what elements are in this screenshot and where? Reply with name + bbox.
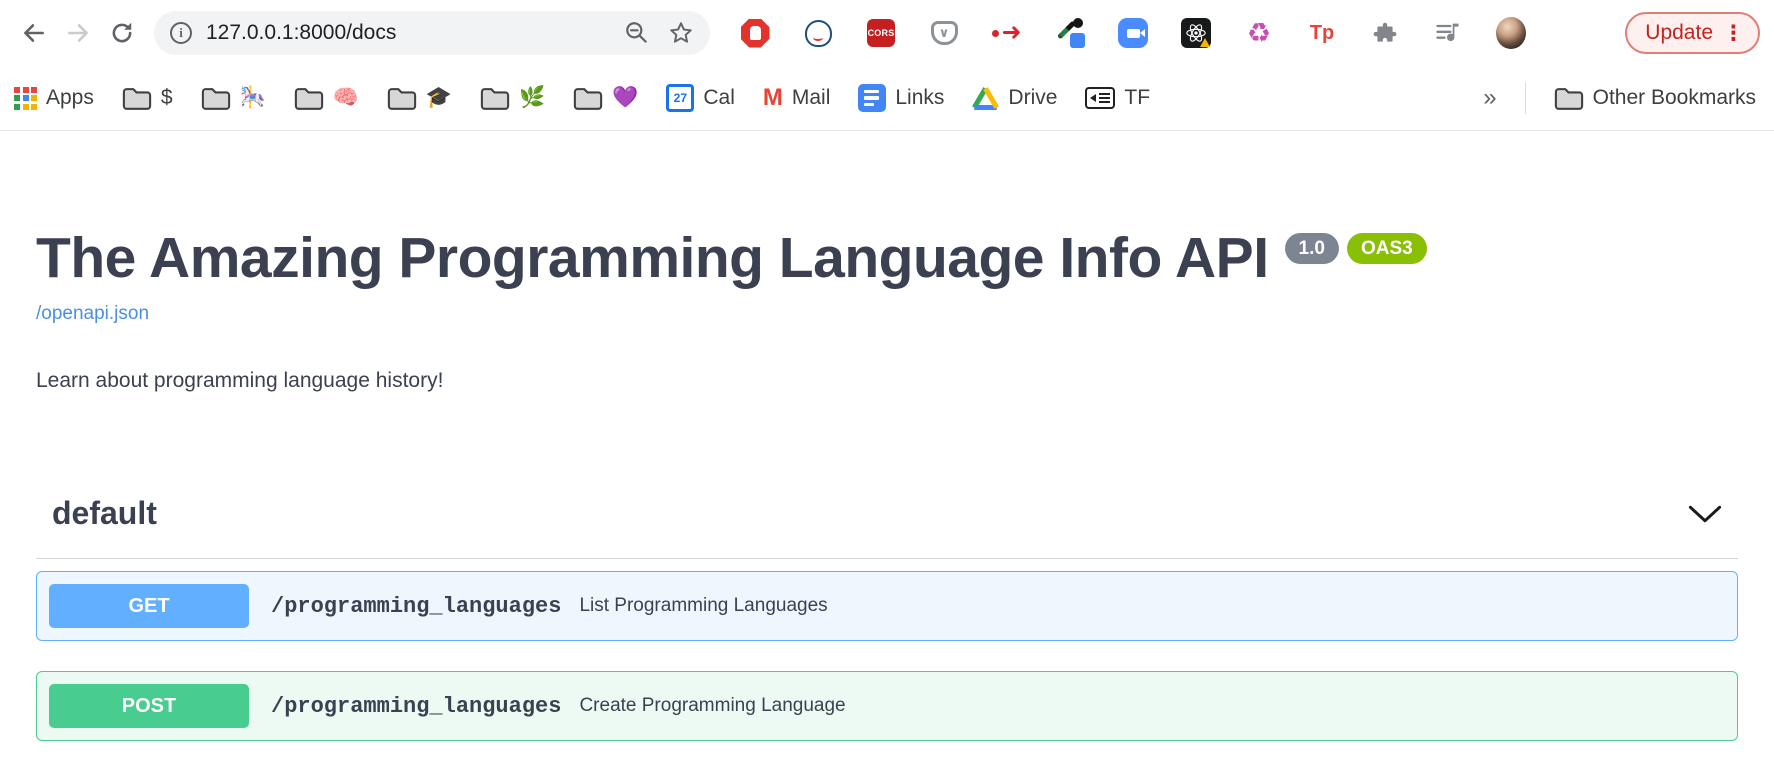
bookmarks-separator bbox=[1525, 82, 1526, 114]
update-label: Update bbox=[1645, 21, 1713, 45]
bookmark-folder-brain[interactable]: 🧠 bbox=[294, 86, 359, 111]
bookmark-tf[interactable]: TF bbox=[1085, 86, 1150, 110]
openapi-json-link[interactable]: /openapi.json bbox=[36, 303, 149, 325]
page-title: The Amazing Programming Language Info AP… bbox=[36, 225, 1269, 291]
api-header: The Amazing Programming Language Info AP… bbox=[36, 225, 1738, 291]
bookmark-folder-carousel[interactable]: 🎠 bbox=[201, 86, 266, 111]
gmail-icon: M bbox=[763, 86, 783, 110]
eyedropper-extension-icon[interactable] bbox=[1055, 18, 1085, 48]
chevron-down-icon[interactable] bbox=[1688, 505, 1722, 523]
bookmark-drive[interactable]: Drive bbox=[972, 86, 1057, 110]
operation-path: /programming_languages bbox=[271, 594, 561, 619]
site-info-icon[interactable]: i bbox=[170, 22, 192, 44]
bookmark-links[interactable]: Links bbox=[858, 84, 944, 112]
bookmark-gmail[interactable]: M Mail bbox=[763, 86, 831, 110]
url-text[interactable]: 127.0.0.1:8000/docs bbox=[206, 21, 396, 45]
bookmark-apps[interactable]: Apps bbox=[14, 86, 94, 110]
forward-arrow-icon bbox=[65, 20, 91, 46]
bookmark-folder-herb[interactable]: 🌿 bbox=[480, 86, 545, 111]
music-queue-icon[interactable] bbox=[1433, 18, 1463, 48]
folder-icon bbox=[387, 86, 417, 111]
adblocker-extension-icon[interactable] bbox=[740, 18, 770, 48]
calendar-icon: 27 bbox=[666, 84, 694, 112]
tag-section-default: default GET /programming_languages List … bbox=[36, 495, 1738, 741]
bookmark-star-icon[interactable] bbox=[668, 20, 694, 46]
post-method-badge: POST bbox=[49, 684, 249, 728]
bookmark-folder-dollar[interactable]: $ bbox=[122, 86, 173, 111]
zoom-app-extension-icon[interactable] bbox=[1118, 18, 1148, 48]
react-devtools-extension-icon[interactable] bbox=[1181, 18, 1211, 48]
api-badges: 1.0 OAS3 bbox=[1285, 233, 1427, 264]
tag-header[interactable]: default bbox=[36, 495, 1738, 559]
other-bookmarks[interactable]: Other Bookmarks bbox=[1554, 86, 1756, 111]
browser-toolbar: i 127.0.0.1:8000/docs CORS ∨ ➜ bbox=[0, 0, 1774, 66]
folder-icon bbox=[480, 86, 510, 111]
newsletter-icon bbox=[1085, 87, 1115, 109]
red-arrow-extension-icon[interactable]: ➜ bbox=[992, 18, 1022, 48]
cors-extension-icon[interactable]: CORS bbox=[866, 18, 896, 48]
bookmark-calendar[interactable]: 27 Cal bbox=[666, 84, 735, 112]
bookmark-folder-graduation[interactable]: 🎓 bbox=[387, 86, 452, 111]
oas3-badge: OAS3 bbox=[1347, 233, 1427, 264]
chrome-update-button[interactable]: Update ⋮ bbox=[1625, 12, 1760, 54]
back-button[interactable] bbox=[12, 11, 56, 55]
chat-extension-icon[interactable] bbox=[803, 18, 833, 48]
extensions-row: CORS ∨ ➜ ♻ Tp bbox=[740, 18, 1526, 48]
drive-icon bbox=[972, 86, 999, 110]
folder-icon bbox=[1554, 86, 1584, 111]
reload-icon bbox=[109, 20, 135, 46]
address-bar[interactable]: i 127.0.0.1:8000/docs bbox=[154, 11, 710, 55]
folder-icon bbox=[122, 86, 152, 111]
reload-button[interactable] bbox=[100, 11, 144, 55]
operation-path: /programming_languages bbox=[271, 694, 561, 719]
pocket-extension-icon[interactable]: ∨ bbox=[929, 18, 959, 48]
operation-summary: Create Programming Language bbox=[579, 695, 845, 717]
browser-menu-icon[interactable]: ⋮ bbox=[1723, 21, 1744, 46]
swagger-page: The Amazing Programming Language Info AP… bbox=[0, 225, 1774, 741]
operation-row-post[interactable]: POST /programming_languages Create Progr… bbox=[36, 671, 1738, 741]
bookmarks-overflow-chevron[interactable]: » bbox=[1483, 84, 1496, 112]
profile-avatar[interactable] bbox=[1496, 18, 1526, 48]
api-description: Learn about programming language history… bbox=[36, 369, 1738, 393]
version-badge: 1.0 bbox=[1285, 233, 1339, 264]
operation-row-get[interactable]: GET /programming_languages List Programm… bbox=[36, 571, 1738, 641]
extensions-puzzle-icon[interactable] bbox=[1370, 18, 1400, 48]
back-arrow-icon bbox=[21, 20, 47, 46]
tp-extension-icon[interactable]: Tp bbox=[1307, 18, 1337, 48]
folder-icon bbox=[294, 86, 324, 111]
get-method-badge: GET bbox=[49, 584, 249, 628]
zoom-out-icon[interactable] bbox=[624, 20, 650, 46]
apps-grid-icon bbox=[14, 87, 37, 110]
bookmark-folder-heart[interactable]: 💜 bbox=[573, 86, 638, 111]
folder-icon bbox=[573, 86, 603, 111]
operation-summary: List Programming Languages bbox=[579, 595, 827, 617]
tag-name: default bbox=[52, 495, 157, 532]
folder-icon bbox=[201, 86, 231, 111]
links-icon bbox=[858, 84, 886, 112]
recycle-extension-icon[interactable]: ♻ bbox=[1244, 18, 1274, 48]
forward-button[interactable] bbox=[56, 11, 100, 55]
bookmarks-bar: Apps $ 🎠 🧠 🎓 🌿 💜 27 bbox=[0, 66, 1774, 131]
